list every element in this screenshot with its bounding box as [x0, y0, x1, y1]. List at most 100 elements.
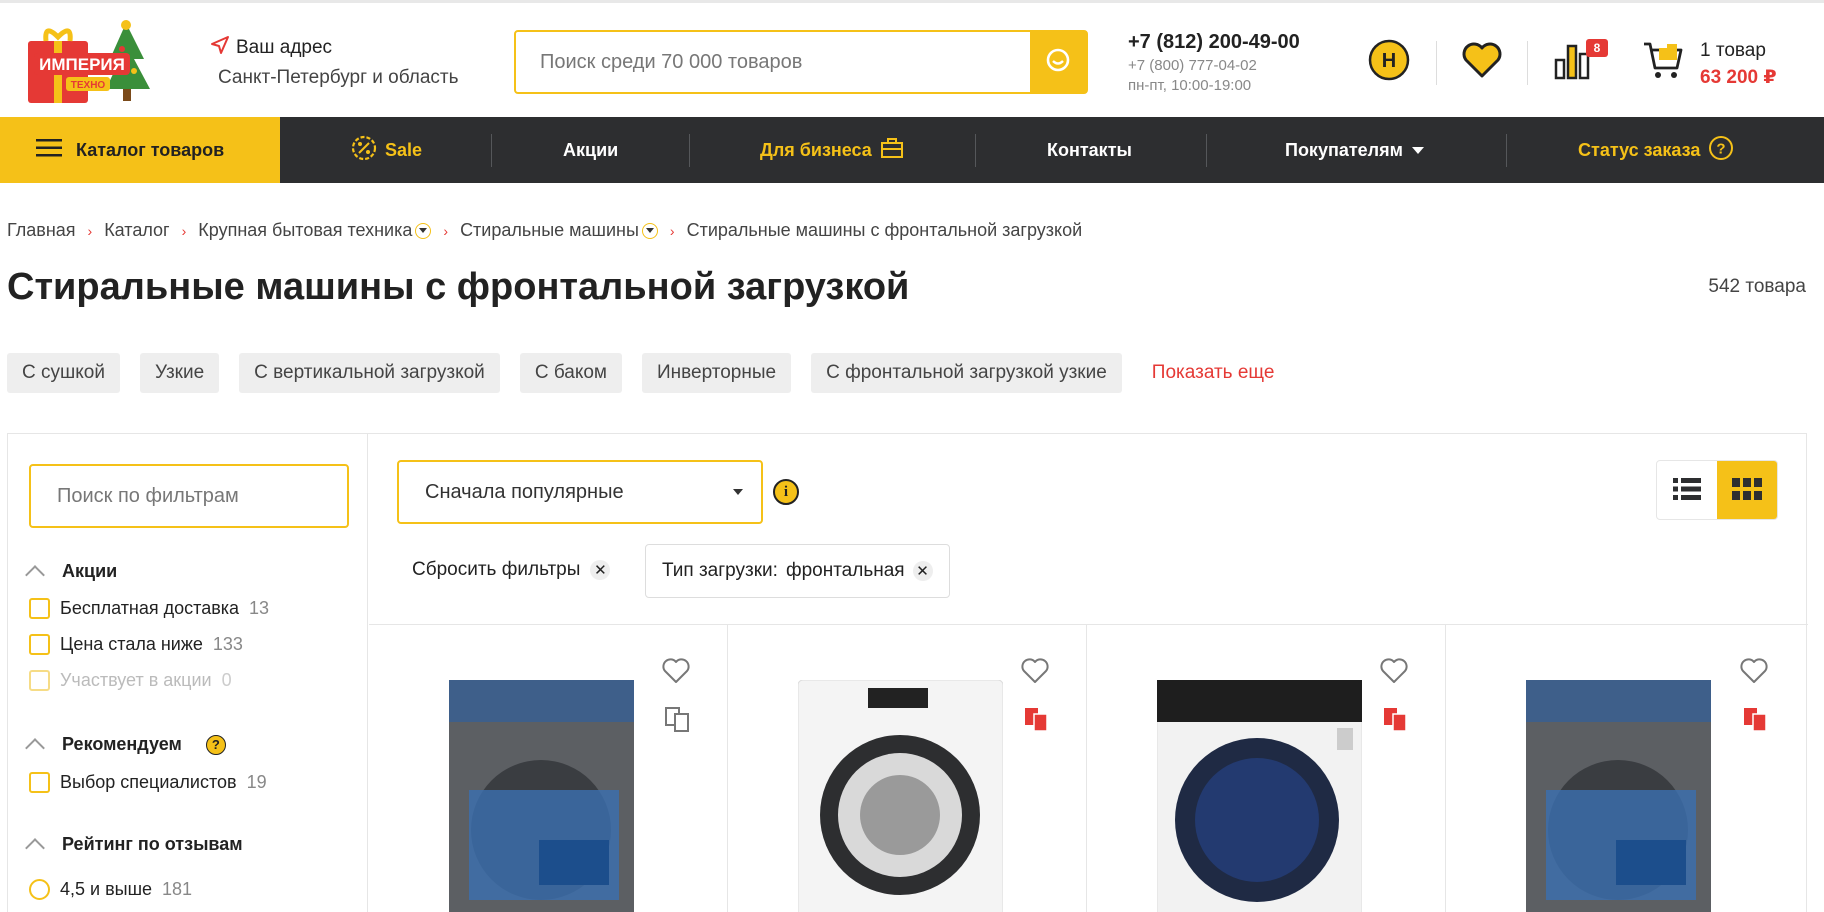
phone-main[interactable]: +7 (812) 200-49-00 [1128, 31, 1300, 54]
nav-business[interactable]: Для бизнеса [760, 117, 904, 183]
filter-search-input[interactable]: Поиск по фильтрам [29, 464, 349, 528]
cart-icon [1641, 38, 1685, 87]
radio-button[interactable] [29, 879, 50, 900]
checkbox[interactable] [29, 634, 50, 655]
nav-divider [1506, 134, 1507, 167]
nav-business-label: Для бизнеса [760, 139, 872, 160]
product-card[interactable] [728, 625, 1087, 912]
h-coin-button[interactable]: H [1366, 39, 1412, 85]
breadcrumb-home[interactable]: Главная [7, 220, 76, 241]
chip-inverter[interactable]: Инверторные [641, 353, 792, 393]
contact-phones: +7 (812) 200-49-00 +7 (800) 777-04-02 пн… [1128, 31, 1300, 94]
cart-button[interactable] [1640, 39, 1686, 85]
show-more-link[interactable]: Показать еще [1152, 362, 1275, 384]
breadcrumb-separator: › [181, 222, 187, 239]
chip-with-tank[interactable]: С баком [519, 353, 622, 393]
filter-option[interactable]: Цена стала ниже 133 [29, 634, 243, 655]
list-view-button[interactable] [1657, 461, 1717, 519]
checkbox [29, 670, 50, 691]
nav-divider [975, 134, 976, 167]
chip-with-dryer[interactable]: С сушкой [7, 353, 120, 393]
nav-order-status[interactable]: Статус заказа ? [1578, 117, 1734, 183]
quick-filter-chips: С сушкой Узкие С вертикальной загрузкой … [7, 353, 1274, 393]
nav-divider [491, 134, 492, 167]
cart-count: 1 товар [1700, 40, 1766, 61]
filter-group-rating[interactable]: Рейтинг по отзывам [25, 834, 243, 858]
search-bar [514, 30, 1088, 94]
filter-option-label: Бесплатная доставка [60, 598, 240, 618]
breadcrumb-dropdown-icon[interactable] [641, 222, 658, 239]
chevron-up-icon [25, 737, 45, 758]
applied-filter-name: Тип загрузки: [662, 560, 778, 581]
filter-group-title: Рекомендуем [62, 734, 182, 754]
heart-outline-icon[interactable] [1020, 657, 1050, 690]
address-value[interactable]: Санкт-Петербург и область [218, 67, 459, 89]
search-icon [1045, 47, 1071, 78]
product-card[interactable] [1446, 625, 1805, 912]
checkbox[interactable] [29, 772, 50, 793]
compare-active-icon[interactable] [1024, 707, 1050, 738]
logo[interactable]: ИМПЕРИЯ ТЕХНО [26, 19, 158, 109]
grid-view-button[interactable] [1717, 461, 1777, 519]
filter-option[interactable]: 4,5 и выше 181 [29, 879, 192, 900]
nav-sale-label: Sale [385, 139, 423, 160]
favorites-button[interactable] [1459, 39, 1505, 85]
site-header: ИМПЕРИЯ ТЕХНО Ваш адрес Санкт-Петербург … [0, 3, 1824, 117]
filter-option-count: 13 [249, 598, 270, 618]
compare-active-icon[interactable] [1743, 707, 1769, 738]
close-icon: ✕ [590, 560, 611, 580]
breadcrumb-catalog[interactable]: Каталог [104, 220, 169, 241]
address-block[interactable]: Ваш адрес Санкт-Петербург и область [210, 35, 459, 89]
nav-customers[interactable]: Покупателям [1285, 117, 1425, 183]
chip-front-narrow[interactable]: С фронтальной загрузкой узкие [811, 353, 1122, 393]
cart-summary[interactable]: 1 товар 63 200 ₽ [1700, 40, 1777, 89]
svg-text:ТЕХНО: ТЕХНО [71, 80, 106, 91]
filter-group-title: Акции [62, 561, 118, 581]
filter-group-promos[interactable]: Акции [25, 561, 118, 585]
breadcrumb-dropdown-icon[interactable] [415, 222, 432, 239]
nav-contacts[interactable]: Контакты [1047, 117, 1132, 183]
address-label: Ваш адрес [236, 37, 333, 58]
heart-outline-icon[interactable] [1739, 657, 1769, 690]
breadcrumb-washing-machines[interactable]: Стиральные машины [460, 220, 639, 241]
compare-active-icon[interactable] [1383, 707, 1409, 738]
breadcrumb-large-appliances[interactable]: Крупная бытовая техника [198, 220, 412, 241]
chevron-up-icon [25, 564, 45, 585]
compare-icon[interactable] [665, 707, 691, 738]
nav-contacts-label: Контакты [1047, 139, 1132, 160]
caret-down-icon [733, 489, 743, 495]
checkbox[interactable] [29, 598, 50, 619]
info-icon[interactable]: i [773, 479, 799, 505]
nav-customers-label: Покупателям [1285, 139, 1403, 160]
filter-group-recommended[interactable]: Рекомендуем ? [25, 734, 226, 758]
search-button[interactable] [1030, 32, 1086, 92]
nav-promos-label: Акции [563, 139, 619, 160]
header-divider [1436, 41, 1437, 85]
chip-narrow[interactable]: Узкие [139, 353, 220, 393]
product-card[interactable] [1087, 625, 1446, 912]
chip-top-loading[interactable]: С вертикальной загрузкой [239, 353, 500, 393]
nav-promos[interactable]: Акции [563, 117, 618, 183]
nav-divider [1206, 134, 1207, 167]
product-image[interactable] [1516, 680, 1721, 912]
reset-filters-button[interactable]: Сбросить фильтры ✕ [412, 559, 611, 581]
view-toggle [1656, 460, 1778, 520]
filter-option-disabled: Участвует в акции 0 [29, 670, 232, 691]
nav-sale[interactable]: Sale [351, 117, 422, 183]
product-image[interactable] [439, 680, 644, 912]
product-card[interactable] [369, 625, 728, 912]
applied-filter-tag[interactable]: Тип загрузки: фронтальная ✕ [645, 544, 950, 598]
phone-second[interactable]: +7 (800) 777-04-02 [1128, 57, 1300, 74]
heart-outline-icon[interactable] [661, 657, 691, 690]
filter-option[interactable]: Выбор специалистов 19 [29, 772, 267, 793]
search-input[interactable] [516, 32, 1030, 92]
heart-outline-icon[interactable] [1379, 657, 1409, 690]
help-icon[interactable]: ? [205, 734, 226, 755]
catalog-button[interactable]: Каталог товаров [0, 117, 280, 183]
sort-select[interactable]: Сначала популярные [397, 460, 763, 524]
filter-option[interactable]: Бесплатная доставка 13 [29, 598, 269, 619]
close-icon[interactable]: ✕ [912, 561, 933, 581]
hamburger-icon [36, 138, 62, 162]
product-image[interactable] [797, 679, 1004, 912]
product-image[interactable] [1156, 679, 1363, 912]
